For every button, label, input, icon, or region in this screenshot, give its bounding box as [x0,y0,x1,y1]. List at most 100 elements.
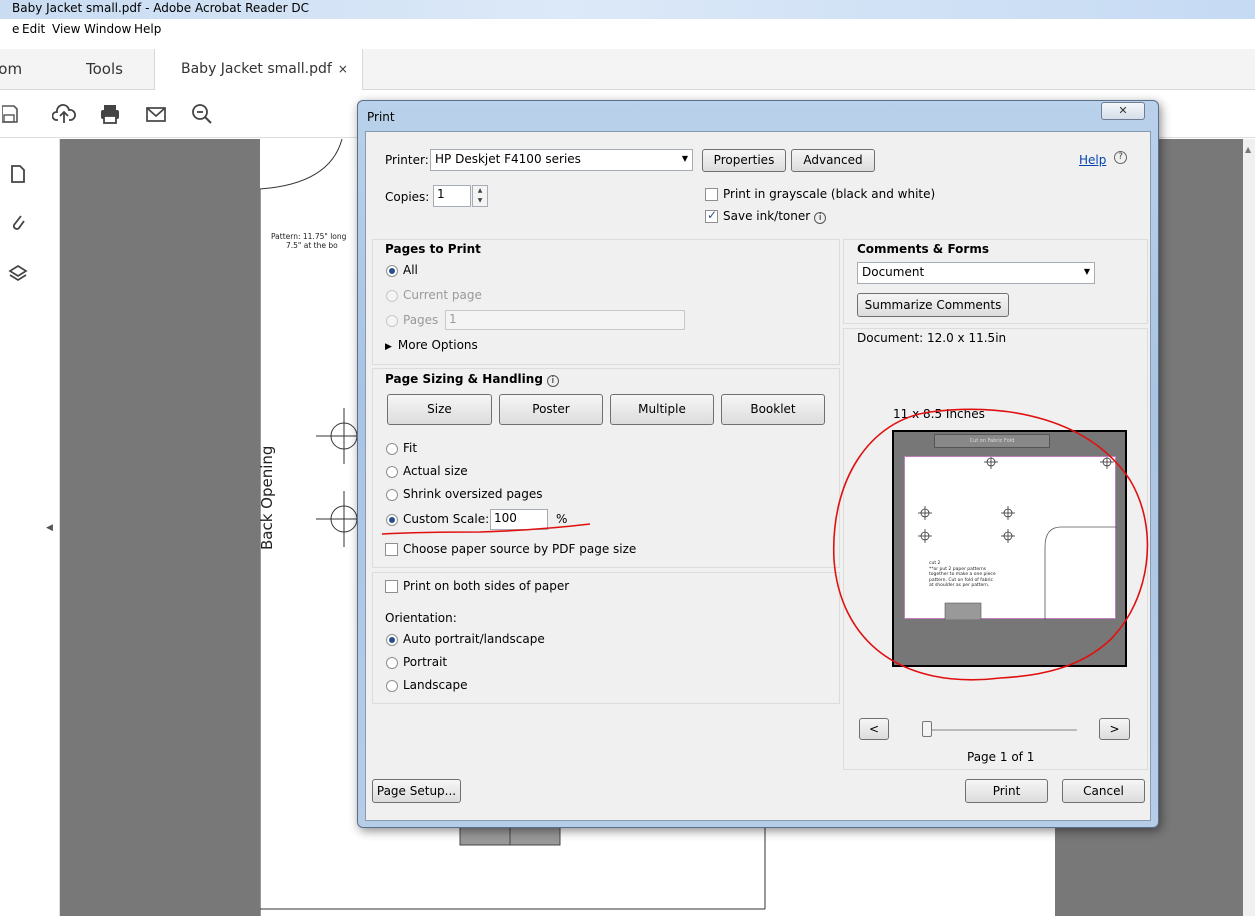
radio-auto-orientation-label: Auto portrait/landscape [403,632,545,646]
info-icon[interactable]: i [814,212,827,224]
duplex-checkbox[interactable] [385,580,398,593]
radio-auto-orientation[interactable] [386,634,398,646]
preview-note: cut 2 **or put 2 paper patterns together… [929,561,996,589]
poster-button[interactable]: Poster [499,394,603,425]
tab-document[interactable]: Baby Jacket small.pdf × [154,49,363,91]
save-icon[interactable] [2,102,18,126]
radio-landscape[interactable] [386,680,398,692]
comments-forms-heading: Comments & Forms [857,242,989,256]
preview-next-button[interactable]: > [1099,718,1130,740]
radio-pages-label: Pages [403,313,439,327]
triangle-right-icon: ▶ [385,342,392,352]
menu-view[interactable]: View [52,22,80,36]
preview-prev-button[interactable]: < [859,718,889,740]
copies-input[interactable]: 1 [433,185,471,207]
radio-fit-label: Fit [403,441,418,455]
advanced-button[interactable]: Advanced [791,149,875,172]
dialog-title: Print [367,110,395,124]
radio-pages[interactable] [386,315,398,327]
vertical-scrollbar[interactable]: ▲ [1243,139,1255,916]
zoom-out-icon[interactable] [190,102,214,126]
comments-forms-value: Document [862,265,925,279]
chevron-down-icon: ▼ [681,154,688,163]
menu-window[interactable]: Window [84,22,131,36]
preview-crosshairs [918,457,1117,620]
left-rail: ◀ [0,139,60,916]
menu-help[interactable]: Help [134,22,161,36]
radio-current-page[interactable] [386,290,398,302]
info-icon[interactable]: i [546,375,559,387]
more-options-toggle[interactable]: ▶ More Options [385,338,478,352]
percent-label: % [556,512,568,526]
menu-edit[interactable]: Edit [22,22,45,36]
scroll-up-icon[interactable]: ▲ [1245,145,1251,154]
page-setup-button[interactable]: Page Setup... [372,779,461,803]
chevron-down-icon: ▼ [1083,267,1090,276]
more-options-label: More Options [397,338,478,352]
pattern-note-line2: 7.5" at the bo [286,241,338,250]
tab-tools[interactable]: Tools [86,49,123,90]
preview-slider-thumb[interactable] [922,721,932,737]
email-icon[interactable] [144,102,168,126]
copies-stepper[interactable]: ▲ ▼ [472,185,488,207]
properties-button[interactable]: Properties [702,149,786,172]
booklet-button[interactable]: Booklet [721,394,825,425]
custom-scale-input[interactable]: 100 [490,509,548,530]
radio-all[interactable] [386,265,398,277]
radio-portrait[interactable] [386,657,398,669]
tab-close-icon[interactable]: × [338,62,348,76]
print-button[interactable]: Print [965,779,1048,803]
page-indicator: Page 1 of 1 [967,750,1035,764]
print-dialog: Print ✕ Printer: HP Deskjet F4100 series… [357,100,1159,828]
printer-select[interactable]: HP Deskjet F4100 series ▼ [430,149,693,171]
radio-actual-size[interactable] [386,466,398,478]
paper-source-checkbox[interactable] [385,543,398,556]
save-ink-text: Save ink/toner [723,209,811,223]
attachment-icon[interactable] [8,211,28,233]
duplex-label: Print on both sides of paper [403,579,570,593]
cancel-button[interactable]: Cancel [1062,779,1145,803]
grayscale-label: Print in grayscale (black and white) [723,187,936,201]
radio-all-label: All [403,263,418,277]
printer-value: HP Deskjet F4100 series [435,152,581,166]
tab-bar: Home Tools Baby Jacket small.pdf × [0,49,1255,91]
collapse-panel-icon[interactable]: ◀ [46,523,53,533]
paper-source-label: Choose paper source by PDF page size [403,542,637,556]
tab-document-label: Baby Jacket small.pdf [181,61,332,77]
radio-portrait-label: Portrait [403,655,448,669]
summarize-comments-button[interactable]: Summarize Comments [857,293,1009,317]
comments-forms-select[interactable]: Document ▼ [857,262,1095,284]
preview-slider-track[interactable] [927,729,1077,731]
tab-home[interactable]: Home [0,49,21,90]
window-title-bar: Baby Jacket small.pdf - Adobe Acrobat Re… [0,0,1255,19]
pages-to-print-heading: Pages to Print [385,242,481,256]
help-icon[interactable]: ? [1114,151,1127,164]
multiple-button[interactable]: Multiple [610,394,714,425]
radio-landscape-label: Landscape [403,678,468,692]
radio-shrink-oversized-label: Shrink oversized pages [403,487,543,501]
help-link[interactable]: Help [1079,153,1106,167]
radio-current-page-label: Current page [403,288,482,302]
print-icon[interactable] [98,102,122,126]
dialog-close-button[interactable]: ✕ [1101,102,1145,120]
radio-shrink-oversized[interactable] [386,489,398,501]
paper-size-label: 11 x 8.5 Inches [893,407,985,421]
save-ink-checkbox[interactable] [705,208,718,223]
orientation-heading: Orientation: [385,611,457,625]
preview-paper: cut 2 **or put 2 paper patterns together… [904,456,1117,620]
pages-icon[interactable] [8,164,28,186]
radio-custom-scale-label: Custom Scale: [403,512,490,526]
preview-note-line: at shoulder as per pattern. [929,583,990,588]
pages-range-input[interactable]: 1 [445,310,685,330]
back-opening-label: Back Opening [258,445,276,550]
grayscale-checkbox[interactable] [705,188,718,201]
layers-icon[interactable] [8,263,28,285]
menu-file[interactable]: e [12,22,19,36]
size-button[interactable]: Size [387,394,492,425]
window-title: Baby Jacket small.pdf - Adobe Acrobat Re… [12,1,309,15]
document-size-label: Document: 12.0 x 11.5in [857,331,1007,345]
copies-label: Copies: [385,190,430,204]
radio-fit[interactable] [386,443,398,455]
radio-custom-scale[interactable] [386,514,398,526]
cloud-upload-icon[interactable] [52,102,76,126]
